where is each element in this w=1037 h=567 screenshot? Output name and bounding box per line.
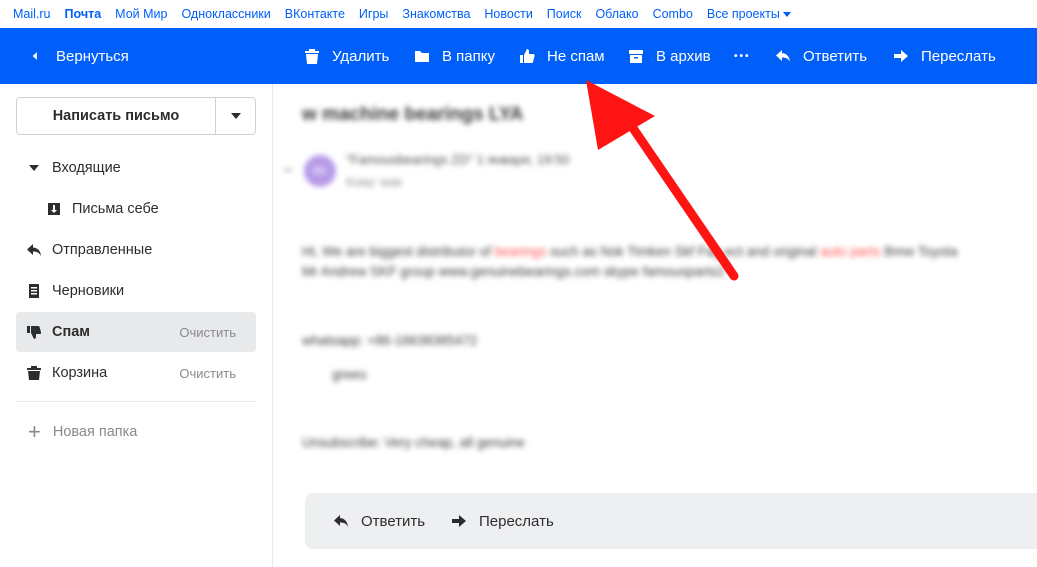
forward-arrow-icon bbox=[452, 515, 466, 527]
email-sender[interactable]: "Famousbearings ZD" 1 января, 19:50 bbox=[346, 152, 570, 167]
reply-icon bbox=[334, 515, 348, 527]
portal-link-poisk[interactable]: Поиск bbox=[547, 7, 582, 21]
delete-label: Удалить bbox=[332, 47, 390, 65]
delete-button[interactable]: Удалить bbox=[304, 28, 389, 84]
reply-bar-forward-button[interactable]: Переслать bbox=[451, 493, 554, 549]
more-actions-button[interactable]: ••• bbox=[734, 28, 751, 84]
new-folder-label: Новая папка bbox=[52, 424, 138, 440]
move-to-folder-button[interactable]: В папку bbox=[414, 28, 495, 84]
reply-button[interactable]: Ответить bbox=[775, 28, 867, 84]
all-projects-label: Все проекты bbox=[706, 7, 780, 21]
not-spam-button[interactable]: Не спам bbox=[519, 28, 605, 84]
triangle-down-icon[interactable] bbox=[26, 160, 42, 176]
email-recipient: Кому: вам bbox=[346, 175, 402, 189]
portal-link-odnoklassniki[interactable]: Одноклассники bbox=[181, 7, 270, 21]
archive-label: В архив bbox=[656, 47, 711, 65]
reply-icon bbox=[776, 50, 790, 62]
not-spam-label: Не спам bbox=[547, 47, 605, 65]
portal-link-mailru[interactable]: Mail.ru bbox=[13, 7, 51, 21]
more-icon: ••• bbox=[734, 50, 751, 62]
reply-bar-reply-button[interactable]: Ответить bbox=[333, 493, 425, 549]
folder-drafts-label: Черновики bbox=[52, 283, 125, 299]
body-text: Bmw Toyota bbox=[880, 244, 958, 259]
folder-self[interactable]: Письма себе bbox=[36, 189, 256, 229]
sidebar-divider bbox=[16, 401, 256, 402]
triangle-left-icon bbox=[32, 52, 37, 60]
reply-bar-reply-label: Ответить bbox=[361, 512, 426, 530]
portal-link-moy-mir[interactable]: Мой Мир bbox=[115, 7, 167, 21]
back-button[interactable]: Вернуться bbox=[30, 28, 129, 84]
new-folder-button[interactable]: + Новая папка bbox=[28, 420, 137, 444]
body-text: such as Nsk Timken Skf Fag ect and origi… bbox=[546, 244, 821, 259]
body-text: Hi, We are biggest distributor of bbox=[302, 244, 495, 259]
folder-trash[interactable]: Корзина Очистить bbox=[16, 353, 256, 393]
reply-bar-forward-label: Переслать bbox=[479, 512, 554, 530]
reply-bar: Ответить Переслать bbox=[305, 493, 1037, 549]
folder-self-label: Письма себе bbox=[72, 201, 159, 217]
portal-link-vkontakte[interactable]: ВКонтакте bbox=[285, 7, 345, 21]
email-body-line-4: greeo bbox=[332, 367, 367, 382]
body-link[interactable]: bearings bbox=[495, 244, 547, 259]
email-body-line-1: Hi, We are biggest distributor of bearin… bbox=[302, 244, 957, 259]
portal-link-all-projects[interactable]: Все проекты bbox=[707, 7, 791, 21]
forward-arrow-icon bbox=[894, 50, 908, 62]
folder-drafts[interactable]: Черновики bbox=[16, 271, 256, 311]
move-to-folder-label: В папку bbox=[442, 47, 495, 65]
trash-icon bbox=[305, 49, 319, 64]
thumbs-up-icon bbox=[520, 49, 535, 63]
portal-link-pochta[interactable]: Почта bbox=[65, 7, 102, 21]
portal-link-znakomstva[interactable]: Знакомства bbox=[402, 7, 470, 21]
folder-spam-label: Спам bbox=[52, 324, 91, 340]
plus-icon: + bbox=[28, 419, 41, 444]
reply-icon bbox=[26, 242, 42, 258]
avatar[interactable]: BK bbox=[304, 155, 336, 187]
sidebar: Написать письмо Входящие Письма себе Отп… bbox=[0, 84, 273, 567]
archive-icon bbox=[629, 50, 643, 63]
collapse-dot[interactable] bbox=[284, 168, 292, 172]
folder-sent-label: Отправленные bbox=[52, 242, 153, 258]
trash-clear-link[interactable]: Очистить bbox=[179, 366, 236, 381]
folder-sent[interactable]: Отправленные bbox=[16, 230, 256, 270]
email-body-line-5: Unsubscribe: Very cheap, all genuine bbox=[302, 435, 525, 450]
spam-clear-link[interactable]: Очистить bbox=[179, 325, 236, 340]
forward-button[interactable]: Переслать bbox=[893, 28, 996, 84]
email-body-line-2: Mr Andrew SKF group www.genuinebearings.… bbox=[302, 264, 725, 279]
back-label: Вернуться bbox=[56, 47, 129, 65]
thumbs-down-icon bbox=[26, 324, 42, 340]
portal-link-novosti[interactable]: Новости bbox=[484, 7, 532, 21]
folder-spam[interactable]: Спам Очистить bbox=[16, 312, 256, 352]
caret-down-icon bbox=[782, 12, 791, 18]
archive-button[interactable]: В архив bbox=[628, 28, 711, 84]
compose-dropdown-button[interactable] bbox=[216, 98, 255, 134]
move-folder-icon bbox=[415, 51, 429, 62]
message-toolbar: Вернуться Удалить В папку Не спам В архи… bbox=[0, 28, 1037, 84]
reply-label: Ответить bbox=[803, 47, 868, 65]
portal-link-igry[interactable]: Игры bbox=[359, 7, 388, 21]
download-circle-icon bbox=[46, 201, 62, 217]
portal-link-oblako[interactable]: Облако bbox=[595, 7, 638, 21]
folder-trash-label: Корзина bbox=[52, 365, 108, 381]
compose-button[interactable]: Написать письмо bbox=[17, 98, 216, 134]
portal-bar: Mail.ru Почта Мой Мир Одноклассники ВКон… bbox=[0, 0, 1037, 28]
forward-label: Переслать bbox=[921, 47, 996, 65]
portal-link-combo[interactable]: Combo bbox=[653, 7, 693, 21]
email-body-line-3: whatsapp: +86-16638385472 bbox=[302, 333, 478, 348]
chevron-down-icon bbox=[230, 113, 241, 119]
compose-group: Написать письмо bbox=[16, 97, 256, 135]
trash-icon bbox=[26, 365, 42, 381]
folder-inbox[interactable]: Входящие bbox=[16, 148, 256, 188]
email-subject: w machine bearings LYA bbox=[302, 104, 524, 125]
document-icon bbox=[26, 283, 42, 299]
folder-inbox-label: Входящие bbox=[52, 160, 121, 176]
body-link[interactable]: auto parts bbox=[820, 244, 880, 259]
